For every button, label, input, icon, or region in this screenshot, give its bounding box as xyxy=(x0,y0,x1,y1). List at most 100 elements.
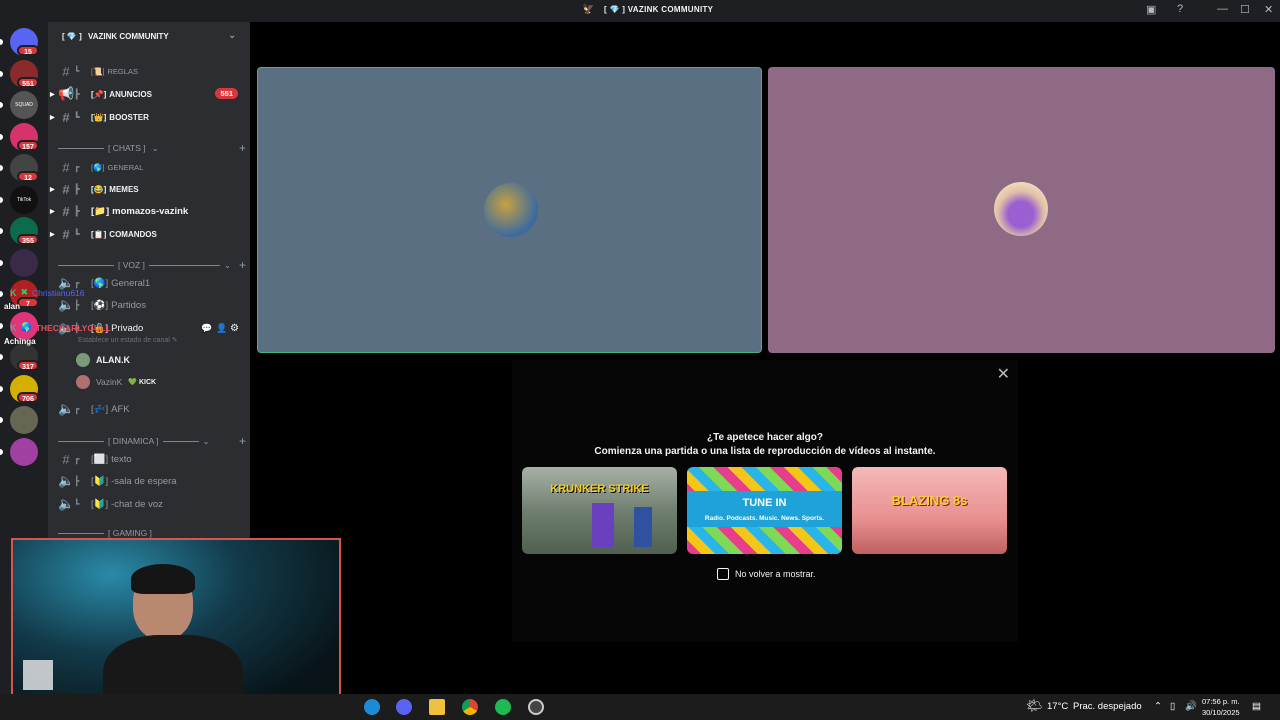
weather-temp[interactable]: 17°C xyxy=(1047,701,1068,712)
activity-prompt: ✕ ¿Te apetece hacer algo? Comienza una p… xyxy=(512,360,1018,642)
overlay-user-charly: K 🌎 THECHARLYGULL xyxy=(10,322,111,333)
clock-time[interactable]: 07:56 p. m. xyxy=(1202,697,1240,706)
chat-icon[interactable]: 💬 xyxy=(201,323,212,334)
unread-pill xyxy=(0,291,3,297)
server-icon[interactable] xyxy=(10,437,38,466)
unread-pill xyxy=(0,133,3,140)
help-icon[interactable]: ? xyxy=(1177,3,1183,15)
voice-channel-general1[interactable]: 🔈 ┏ [🌎] General1 xyxy=(58,274,248,292)
server-icon-title: 🦅 xyxy=(582,4,595,15)
kick-tag: 💚 KICK xyxy=(128,379,157,386)
category-gaming[interactable]: [ GAMING ] xyxy=(58,528,246,538)
discord-icon[interactable] xyxy=(396,699,412,715)
voice-user-vazink[interactable]: VazinK 💚 KICK xyxy=(76,375,156,389)
overlay-user-christian: K ✖ Christianu616 xyxy=(10,287,85,298)
close-window-button[interactable]: ✕ xyxy=(1264,3,1273,16)
unread-pill xyxy=(0,196,3,203)
server-badge: 551 xyxy=(17,76,39,88)
server-icon[interactable] xyxy=(10,248,38,277)
dont-show-again[interactable]: No volver a mostrar. xyxy=(717,568,816,580)
overlay-label-alan: alan xyxy=(4,302,21,311)
channel-status-hint[interactable]: Establece un estado de canal ✎ xyxy=(78,336,178,344)
avatar xyxy=(76,353,90,367)
unread-pill xyxy=(0,39,3,45)
server-badge: 355 xyxy=(17,234,39,245)
voice-channel-partidos[interactable]: 🔈 ┣ [⚽] Partidos xyxy=(58,296,248,314)
channel-reglas[interactable]: # ┗ [📜] REGLAS xyxy=(58,62,248,80)
activity-subtitle: Comienza una partida o una lista de repr… xyxy=(594,446,936,457)
server-badge: 706 xyxy=(17,391,39,403)
unread-pill xyxy=(0,165,3,171)
volume-icon[interactable]: 🔊 xyxy=(1185,701,1197,712)
card-title: BLAZING 8s xyxy=(891,493,968,508)
add-member-icon[interactable]: 👤 xyxy=(216,323,227,334)
chevron-down-icon[interactable]: ⌄ xyxy=(228,30,236,41)
server-icon[interactable]: TikTok xyxy=(10,185,38,214)
channel-anuncios[interactable]: ▶ 📢 ┣ [📌] ANUNCIOS 551 xyxy=(50,85,248,103)
card-subtitle: Radio. Podcasts. Music. News. Sports. xyxy=(704,515,825,522)
card-title: TUNE IN xyxy=(742,497,787,509)
server-icon[interactable] xyxy=(10,406,38,434)
category-chats[interactable]: [ CHATS ] ⌄ + xyxy=(58,141,246,155)
unread-indicator: ▶ xyxy=(50,114,55,121)
voice-channel-sala-espera[interactable]: 🔈 ┣ [🔰] -sala de espera xyxy=(58,472,248,490)
unread-pill xyxy=(0,417,3,423)
gear-icon[interactable]: ⚙ xyxy=(230,323,239,334)
add-channel-icon[interactable]: + xyxy=(239,434,246,448)
add-channel-icon[interactable]: + xyxy=(239,258,246,272)
inbox-icon[interactable]: ▣ xyxy=(1146,3,1156,16)
folder-icon[interactable] xyxy=(429,699,445,715)
minimize-button[interactable]: — xyxy=(1217,3,1228,15)
channel-general[interactable]: # ┏ [🌎] GENERAL xyxy=(58,158,248,176)
text-channel-icon: # xyxy=(62,109,70,125)
notifications-icon[interactable]: ▤ xyxy=(1252,701,1261,712)
close-icon[interactable]: ✕ xyxy=(997,364,1010,384)
unread-pill xyxy=(0,322,3,329)
obs-icon[interactable] xyxy=(528,699,544,715)
unread-pill xyxy=(0,102,3,108)
video-tile-left[interactable] xyxy=(257,67,762,353)
announcement-icon: 📢 xyxy=(58,86,75,101)
clock-date[interactable]: 30/10/2025 xyxy=(1202,708,1240,717)
webcam-overlay xyxy=(11,538,341,714)
unread-pill xyxy=(0,228,3,234)
server-name-header[interactable]: [ 💎 ] VAZINK COMMUNITY xyxy=(62,32,169,41)
voice-channel-chat-voz[interactable]: 🔈 ┗ [🔰] -chat de voz xyxy=(58,495,248,513)
channel-booster[interactable]: ▶ # ┗ [👑] BOOSTER xyxy=(50,108,248,126)
activity-card-krunker[interactable]: KRUNKER STRIKE xyxy=(522,467,677,554)
mention-badge: 551 xyxy=(215,88,238,99)
chrome-icon[interactable] xyxy=(462,699,478,715)
checkbox[interactable] xyxy=(717,568,729,580)
server-icon[interactable]: SQUAD xyxy=(10,91,38,119)
unread-pill xyxy=(0,354,3,360)
server-badge: 7 xyxy=(17,297,39,308)
maximize-button[interactable]: ☐ xyxy=(1240,3,1250,16)
voice-channel-afk[interactable]: 🔈 ┏ [💤] AFK xyxy=(58,400,248,418)
weather-desc[interactable]: Prac. despejado xyxy=(1073,701,1142,712)
category-dinamica[interactable]: [ DINAMICA ] ⌄ + xyxy=(58,434,246,448)
video-tile-right[interactable] xyxy=(768,67,1275,353)
weather-icon: 🌤 xyxy=(1026,698,1043,713)
voice-user-alan[interactable]: ALAN.K xyxy=(76,353,130,367)
avatar xyxy=(76,375,90,389)
avatar xyxy=(994,182,1048,236)
title-bar: 🦅 [ 💎 ] VAZINK COMMUNITY ▣ ? — ☐ ✕ xyxy=(0,0,1280,22)
spotify-icon[interactable] xyxy=(495,699,511,715)
unread-pill xyxy=(0,70,3,77)
activity-card-tunein[interactable]: TUNE IN Radio. Podcasts. Music. News. Sp… xyxy=(687,467,842,554)
add-channel-icon[interactable]: + xyxy=(239,141,246,155)
category-voz[interactable]: [ VOZ ] ⌄ + xyxy=(58,258,246,272)
channel-memes[interactable]: ▶ # ┣ [😂] MEMES xyxy=(50,180,248,198)
voice-stage: ✕ ¿Te apetece hacer algo? Comienza una p… xyxy=(250,22,1280,698)
channel-comandos[interactable]: ▶ # ┗ [📋] COMANDOS xyxy=(50,225,248,243)
channel-texto[interactable]: # ┏ [⬜] texto xyxy=(58,450,248,468)
avatar xyxy=(484,183,538,237)
activity-card-blazing[interactable]: BLAZING 8s xyxy=(852,467,1007,554)
edge-icon[interactable] xyxy=(364,699,380,715)
network-icon[interactable]: ▯ xyxy=(1170,701,1175,712)
server-badge: 317 xyxy=(17,360,39,371)
server-badge: 15 xyxy=(17,45,39,56)
channel-momazos[interactable]: ▶ # ┣ [📁] momazos-vazink xyxy=(50,202,248,220)
unread-pill xyxy=(0,448,3,455)
chevron-up-icon[interactable]: ⌃ xyxy=(1154,701,1162,712)
